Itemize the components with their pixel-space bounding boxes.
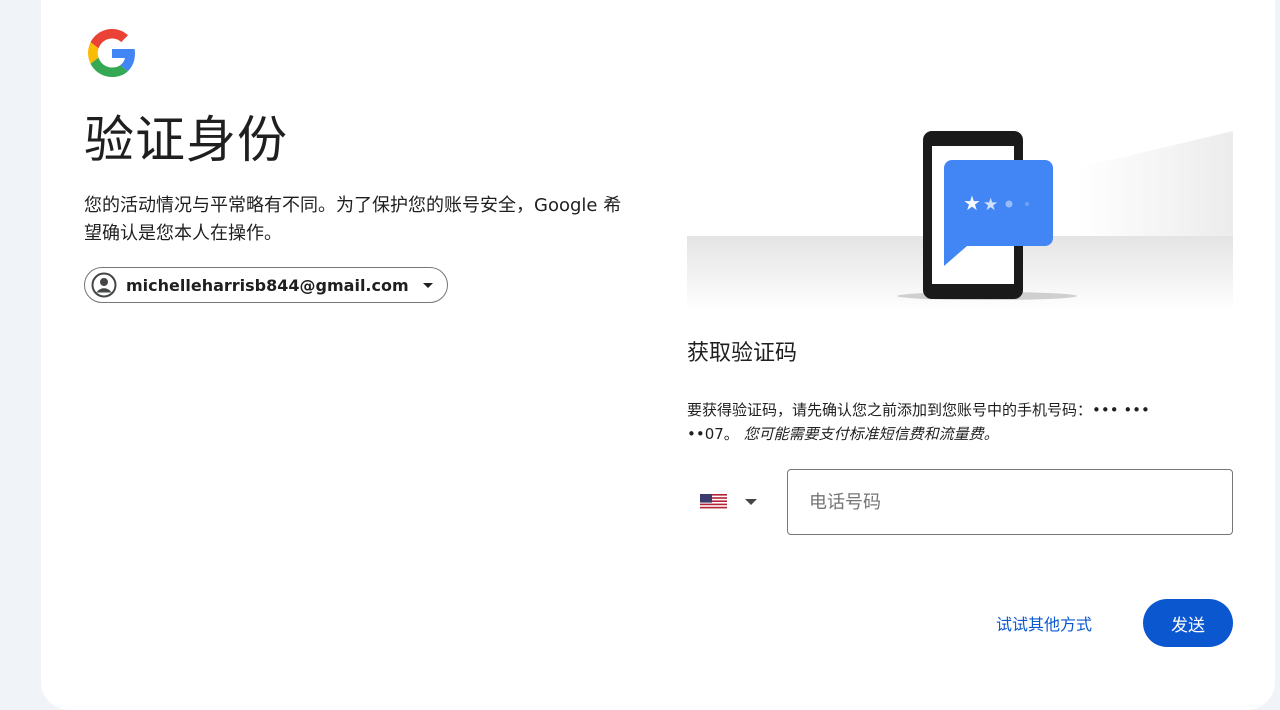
us-flag-icon — [700, 494, 727, 510]
phone-sms-code-illustration: ★ ★ — [687, 131, 1233, 312]
svg-text:★: ★ — [963, 191, 981, 215]
account-email: michelleharrisb844@gmail.com — [126, 275, 409, 295]
try-another-way-button[interactable]: 试试其他方式 — [984, 603, 1104, 643]
account-circle-icon — [91, 272, 117, 298]
phone-number-input[interactable] — [807, 490, 1232, 514]
get-code-description: 要获得验证码，请先确认您之前添加到您账号中的手机号码：••• ••• ••07。… — [687, 398, 1197, 446]
account-chip[interactable]: michelleharrisb844@gmail.com — [84, 267, 448, 303]
country-code-selector[interactable] — [700, 482, 757, 522]
get-code-title: 获取验证码 — [687, 341, 798, 366]
page-title: 验证身份 — [84, 111, 288, 169]
send-button[interactable]: 发送 — [1143, 599, 1233, 647]
google-g-logo-icon — [88, 29, 135, 77]
sms-fee-note: 您可能需要支付标准短信费和流量费。 — [743, 425, 999, 443]
svg-text:★: ★ — [983, 195, 998, 215]
caret-down-icon — [745, 499, 757, 505]
phone-number-field[interactable] — [787, 469, 1233, 535]
page-subtitle: 您的活动情况与平常略有不同。为了保护您的账号安全，Google 希望确认是您本人… — [84, 195, 622, 244]
caret-down-icon — [422, 282, 433, 288]
